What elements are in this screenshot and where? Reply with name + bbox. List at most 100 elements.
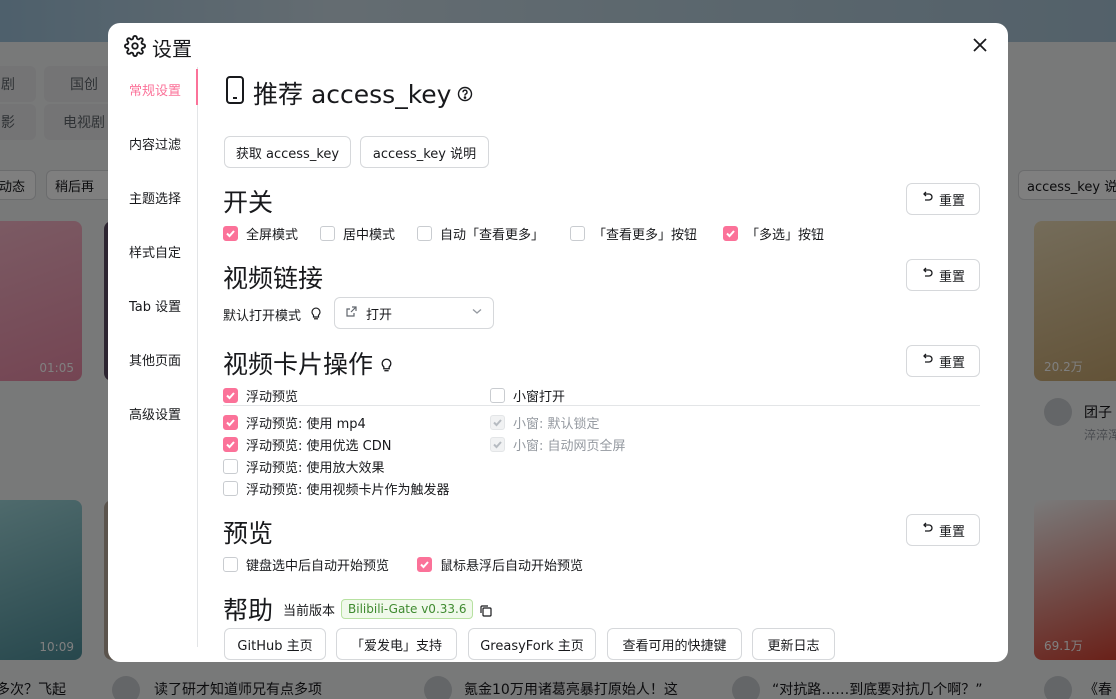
sidebar-item-general[interactable]: 常规设置 — [129, 80, 181, 99]
copy-icon[interactable] — [479, 595, 493, 624]
checkbox[interactable] — [223, 388, 238, 403]
undo-icon — [921, 267, 933, 283]
checkbox[interactable] — [223, 437, 238, 452]
option-label: 全屏模式 — [246, 228, 299, 243]
reset-label: 重置 — [938, 193, 965, 209]
option-view-more-button[interactable]: 「查看更多」按钮 — [570, 224, 697, 243]
undo-icon — [921, 522, 933, 538]
reset-switches-button[interactable]: 重置 — [906, 183, 980, 215]
reset-label: 重置 — [938, 269, 965, 285]
option-label: 自动「查看更多」 — [440, 228, 545, 243]
option-float-preview-cdn[interactable]: 浮动预览: 使用优选 CDN — [223, 435, 391, 454]
sidebar-item-theme[interactable]: 主题选择 — [129, 188, 181, 207]
checkbox[interactable] — [570, 226, 585, 241]
option-fullscreen-mode[interactable]: 全屏模式 — [223, 224, 298, 243]
switches-section-title: 开关 — [223, 188, 274, 217]
access-key-doc-button[interactable]: access_key 说明 — [360, 136, 489, 168]
checkbox[interactable] — [223, 226, 238, 241]
checkbox[interactable] — [223, 459, 238, 474]
reset-preview-button[interactable]: 重置 — [906, 514, 980, 546]
greasyfork-homepage-button[interactable]: GreasyFork 主页 — [468, 628, 596, 660]
version-label: 当前版本 — [283, 603, 336, 619]
checkbox — [490, 437, 505, 452]
settings-content: 推荐 access_key 获取 access_key access_key 说… — [223, 67, 983, 660]
close-icon — [972, 37, 988, 57]
modal-title: 设置 — [152, 37, 192, 61]
sidebar-item-other-pages[interactable]: 其他页面 — [129, 350, 181, 369]
option-mini-window-open[interactable]: 小窗打开 — [490, 386, 565, 405]
option-float-preview-zoom[interactable]: 浮动预览: 使用放大效果 — [223, 457, 385, 476]
access-key-section-title: 推荐 access_key — [223, 75, 473, 111]
reset-label: 重置 — [938, 524, 965, 540]
modal-header: 设置 — [124, 33, 192, 62]
option-label: 「多选」按钮 — [746, 228, 825, 243]
option-hover-auto-preview[interactable]: 鼠标悬浮后自动开始预览 — [417, 555, 583, 574]
option-label: 浮动预览: 使用放大效果 — [246, 461, 385, 476]
option-label: 键盘选中后自动开始预览 — [246, 559, 390, 574]
option-auto-view-more[interactable]: 自动「查看更多」 — [417, 224, 544, 243]
phone-icon — [223, 75, 247, 111]
preview-section-title: 预览 — [223, 519, 274, 548]
card-actions-section-title: 视频卡片操作 — [223, 345, 394, 381]
external-link-icon — [345, 305, 358, 322]
settings-sidebar: 常规设置 内容过滤 主题选择 样式自定 Tab 设置 其他页面 高级设置 — [108, 67, 198, 647]
github-homepage-button[interactable]: GitHub 主页 — [224, 628, 326, 660]
option-keyboard-auto-preview[interactable]: 键盘选中后自动开始预览 — [223, 555, 389, 574]
default-open-mode-label: 默认打开模式 — [223, 305, 323, 324]
active-nav-indicator — [196, 69, 198, 105]
option-label: 浮动预览: 使用 mp4 — [246, 417, 366, 432]
checkbox — [490, 415, 505, 430]
sidebar-item-content-filter[interactable]: 内容过滤 — [129, 134, 181, 153]
video-link-section-title: 视频链接 — [223, 264, 324, 293]
option-label: 小窗打开 — [513, 390, 566, 405]
open-mode-label-text: 默认打开模式 — [223, 309, 302, 324]
option-center-mode[interactable]: 居中模式 — [320, 224, 395, 243]
undo-icon — [921, 353, 933, 369]
option-label: 「查看更多」按钮 — [593, 228, 698, 243]
reset-video-link-button[interactable]: 重置 — [906, 259, 980, 291]
help-title-text: 帮助 — [223, 596, 274, 625]
open-mode-select[interactable]: 打开 — [334, 297, 494, 329]
section-divider — [223, 405, 980, 406]
checkbox[interactable] — [223, 481, 238, 496]
checkbox[interactable] — [320, 226, 335, 241]
checkbox[interactable] — [223, 557, 238, 572]
option-label: 浮动预览: 使用视频卡片作为触发器 — [246, 483, 450, 498]
option-label: 浮动预览: 使用优选 CDN — [246, 439, 392, 454]
option-label: 浮动预览 — [246, 390, 299, 405]
option-label: 小窗: 自动网页全屏 — [513, 439, 626, 454]
settings-modal: 设置 常规设置 内容过滤 主题选择 样式自定 Tab 设置 其他页面 高级设置 … — [108, 23, 1008, 662]
open-mode-selected-value: 打开 — [366, 307, 393, 323]
undo-icon — [921, 191, 933, 207]
checkbox[interactable] — [223, 415, 238, 430]
option-mini-window-auto-fullscreen: 小窗: 自动网页全屏 — [490, 435, 626, 454]
option-mini-window-default-lock: 小窗: 默认锁定 — [490, 413, 600, 432]
option-float-preview[interactable]: 浮动预览 — [223, 386, 298, 405]
get-access-key-button[interactable]: 获取 access_key — [224, 136, 351, 168]
card-actions-title-text: 视频卡片操作 — [223, 350, 374, 379]
help-section-title: 帮助 当前版本 Bilibili-Gate v0.33.6 — [223, 591, 493, 627]
checkbox[interactable] — [490, 388, 505, 403]
checkbox[interactable] — [723, 226, 738, 241]
option-label: 居中模式 — [343, 228, 396, 243]
sidebar-item-style[interactable]: 样式自定 — [129, 242, 181, 261]
sidebar-item-advanced[interactable]: 高级设置 — [129, 404, 181, 423]
afdian-support-button[interactable]: 「爱发电」支持 — [336, 628, 457, 660]
option-label: 鼠标悬浮后自动开始预览 — [440, 559, 584, 574]
checkbox[interactable] — [417, 557, 432, 572]
reset-card-actions-button[interactable]: 重置 — [906, 345, 980, 377]
shortcuts-button[interactable]: 查看可用的快捷键 — [607, 628, 742, 660]
close-button[interactable] — [968, 35, 992, 59]
option-float-preview-card-trigger[interactable]: 浮动预览: 使用视频卡片作为触发器 — [223, 479, 450, 498]
chevron-down-icon — [471, 305, 483, 321]
checkbox[interactable] — [417, 226, 432, 241]
help-icon[interactable] — [457, 79, 473, 108]
option-float-preview-mp4[interactable]: 浮动预览: 使用 mp4 — [223, 413, 366, 432]
changelog-button[interactable]: 更新日志 — [752, 628, 835, 660]
lightbulb-icon[interactable] — [309, 306, 323, 324]
reset-label: 重置 — [938, 355, 965, 371]
option-multi-select-button[interactable]: 「多选」按钮 — [723, 224, 824, 243]
lightbulb-icon[interactable] — [379, 349, 394, 378]
access-key-title-text: 推荐 access_key — [253, 80, 452, 109]
sidebar-item-tab-settings[interactable]: Tab 设置 — [129, 296, 181, 315]
